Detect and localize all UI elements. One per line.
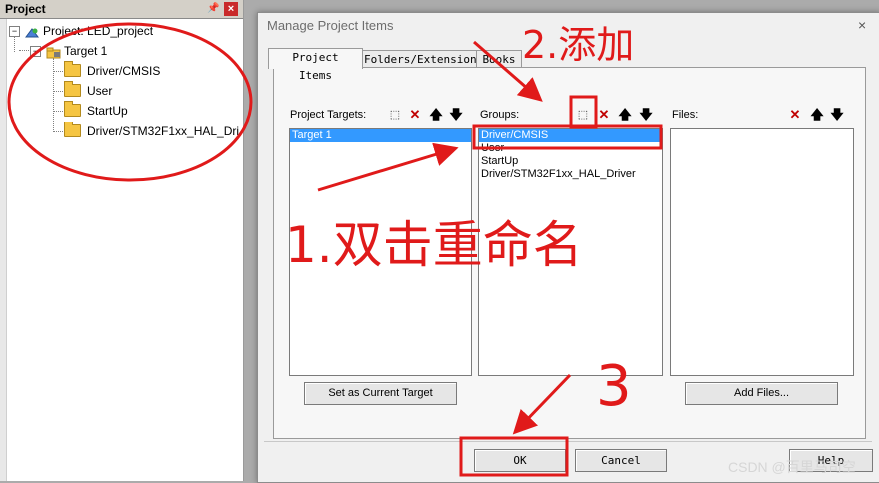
group-list-item[interactable]: Driver/STM32F1xx_HAL_Driver bbox=[479, 168, 662, 181]
targets-list[interactable]: Target 1 bbox=[289, 128, 472, 376]
tree-item-group[interactable]: StartUp bbox=[64, 101, 128, 120]
ok-button[interactable]: OK bbox=[474, 449, 566, 472]
watermark: CSDN @百里马司空 bbox=[728, 459, 856, 475]
tree-line bbox=[53, 58, 54, 130]
panel-left-strip bbox=[0, 19, 7, 481]
move-down-target-icon[interactable]: 🡇 bbox=[448, 107, 464, 123]
files-header: Files: bbox=[672, 109, 699, 121]
target-list-item[interactable]: Target 1 bbox=[290, 129, 471, 142]
tree-line bbox=[53, 91, 63, 92]
project-panel: Project 📌 × − Project: LED_project − Tar… bbox=[0, 0, 244, 481]
group-list-item[interactable]: User bbox=[479, 142, 662, 155]
set-as-current-target-button[interactable]: Set as Current Target bbox=[304, 382, 457, 405]
tree-line bbox=[53, 131, 63, 132]
tree-item-group-label: User bbox=[87, 84, 113, 98]
files-list[interactable] bbox=[670, 128, 854, 376]
cancel-button[interactable]: Cancel bbox=[575, 449, 667, 472]
tree-item-group[interactable]: Driver/CMSIS bbox=[64, 61, 161, 80]
project-panel-titlebar: Project 📌 × bbox=[0, 0, 243, 19]
tree-item-group-label: Driver/STM32F1xx_HAL_Driver bbox=[87, 124, 239, 138]
tab-project-items[interactable]: Project Items bbox=[268, 48, 363, 82]
tree-item-group-label: StartUp bbox=[87, 104, 128, 118]
tree-item-project[interactable]: Project: LED_project bbox=[25, 22, 153, 40]
folder-icon bbox=[64, 61, 81, 78]
folder-icon bbox=[64, 101, 81, 118]
group-list-item[interactable]: StartUp bbox=[479, 155, 662, 168]
folder-icon bbox=[64, 122, 81, 138]
folder-icon bbox=[64, 81, 81, 98]
project-icon bbox=[25, 26, 39, 38]
target-folder-icon bbox=[46, 46, 61, 59]
move-up-group-icon[interactable]: 🡅 bbox=[617, 107, 633, 123]
move-up-file-icon[interactable]: 🡅 bbox=[809, 107, 825, 123]
tree-item-group[interactable]: Driver/STM32F1xx_HAL_Driver bbox=[64, 122, 239, 140]
group-list-item[interactable]: Driver/CMSIS bbox=[479, 129, 662, 142]
delete-target-icon[interactable]: ✕ bbox=[407, 107, 423, 123]
delete-group-icon[interactable]: ✕ bbox=[596, 107, 612, 123]
collapse-icon[interactable]: − bbox=[30, 46, 41, 57]
panel-close-icon[interactable]: × bbox=[224, 2, 238, 16]
tree-item-group[interactable]: User bbox=[64, 81, 113, 100]
add-files-button[interactable]: Add Files... bbox=[685, 382, 838, 405]
collapse-icon[interactable]: − bbox=[9, 26, 20, 37]
groups-list[interactable]: Driver/CMSIS User StartUp Driver/STM32F1… bbox=[478, 128, 663, 376]
move-down-file-icon[interactable]: 🡇 bbox=[829, 107, 845, 123]
delete-file-icon[interactable]: ✕ bbox=[787, 107, 803, 123]
dialog-close-icon[interactable]: × bbox=[858, 17, 866, 33]
project-panel-title: Project bbox=[5, 2, 46, 16]
move-up-target-icon[interactable]: 🡅 bbox=[428, 107, 444, 123]
new-group-icon[interactable]: ⬚ bbox=[575, 107, 591, 123]
move-down-group-icon[interactable]: 🡇 bbox=[638, 107, 654, 123]
tree-item-target[interactable]: Target 1 bbox=[46, 42, 107, 60]
tree-line bbox=[53, 111, 63, 112]
new-target-icon[interactable]: ⬚ bbox=[387, 107, 403, 123]
tree-line bbox=[53, 71, 63, 72]
manage-project-items-dialog: Manage Project Items × Project Items Fol… bbox=[257, 12, 879, 483]
tree-item-project-label: Project: LED_project bbox=[43, 24, 154, 38]
tree-item-target-label: Target 1 bbox=[64, 44, 108, 58]
pin-icon[interactable]: 📌 bbox=[207, 3, 219, 15]
tab-panel: Project Targets: ⬚ ✕ 🡅 🡇 Target 1 Groups… bbox=[273, 67, 866, 439]
dialog-title: Manage Project Items bbox=[267, 18, 394, 33]
targets-header: Project Targets: bbox=[290, 109, 367, 121]
divider bbox=[264, 441, 872, 442]
groups-header: Groups: bbox=[480, 109, 520, 121]
tree-item-group-label: Driver/CMSIS bbox=[87, 64, 161, 78]
